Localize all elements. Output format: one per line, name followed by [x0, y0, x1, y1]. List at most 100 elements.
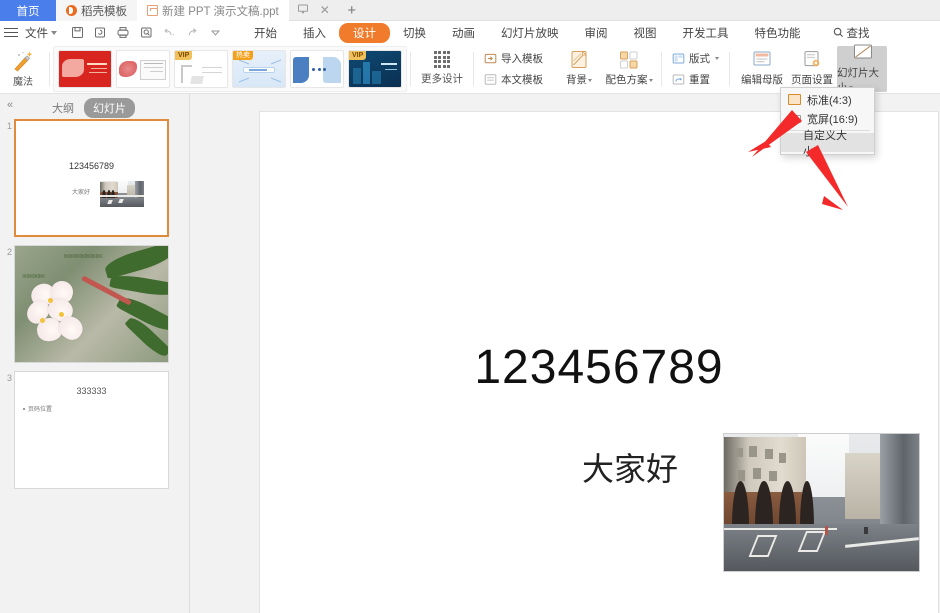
layout-button[interactable]: 版式 — [669, 50, 722, 67]
ribbon-tab-transition[interactable]: 切换 — [390, 23, 439, 43]
ribbon-tab-insert[interactable]: 插入 — [290, 23, 339, 43]
grid-dots-icon — [433, 51, 451, 68]
tab-slides[interactable]: 幻灯片 — [84, 98, 135, 118]
new-tab-button[interactable]: + — [338, 0, 366, 21]
ribbon-group-templates: 导入模板 本文模板 — [477, 45, 550, 93]
save-icon[interactable] — [70, 26, 84, 40]
slide-number: 1 — [6, 121, 12, 131]
template-thumb[interactable] — [290, 49, 344, 88]
find-label: 查找 — [846, 27, 870, 40]
monitor-icon[interactable] — [297, 3, 309, 18]
import-template-label: 导入模板 — [501, 52, 543, 65]
ribbon-group-master: 编辑母版 页面设置 幻灯片大小 — [733, 44, 891, 94]
customize-quick-access-icon[interactable] — [208, 26, 222, 40]
wps-ppt-window: 首页 稻壳模板 新建 PPT 演示文稿.ppt ✕ + 文件 开始 插入 设计 … — [0, 0, 940, 613]
close-icon[interactable]: ✕ — [320, 3, 330, 17]
page-setup-button[interactable]: 页面设置 — [787, 46, 837, 92]
ribbon-group-background: 背景 配色方案 — [550, 45, 658, 93]
menu-item-widescreen-label: 宽屏(16:9) — [807, 113, 858, 126]
template-thumb[interactable]: 热卖 — [232, 49, 286, 88]
tab-docer-template[interactable]: 稻壳模板 — [56, 0, 137, 21]
current-slide[interactable]: 123456789 大家好 — [260, 112, 938, 613]
thumbnail-item-3[interactable]: 3 333333 页码位置 — [0, 371, 189, 489]
thumb-title: 333333 — [76, 386, 107, 396]
slide-size-button[interactable]: 幻灯片大小 — [837, 44, 887, 94]
ribbon-tab-slideshow[interactable]: 幻灯片放映 — [488, 23, 572, 43]
ribbon-tab-developer[interactable]: 开发工具 — [670, 23, 742, 43]
thumb-title: 123456789 — [68, 161, 115, 171]
page-setup-icon — [801, 50, 823, 70]
redo-icon[interactable] — [185, 26, 199, 40]
ribbon-tab-design[interactable]: 设计 — [339, 22, 390, 43]
background-icon — [568, 50, 590, 70]
thumb-bullet: 页码位置 — [23, 404, 52, 413]
slide-title-text[interactable]: 123456789 — [260, 340, 938, 395]
hamburger-icon[interactable] — [4, 27, 18, 38]
template-thumb[interactable]: VIP — [348, 49, 402, 88]
ribbon-tab-review[interactable]: 审阅 — [572, 23, 621, 43]
thumbnail-item-1[interactable]: 1 123456789 大家好 — [0, 119, 189, 237]
tab-home[interactable]: 首页 — [0, 0, 56, 21]
file-menu-label: 文件 — [25, 27, 48, 40]
slide-size-dropdown-menu: 标准(4:3) 宽屏(16:9) 自定义大小... — [780, 87, 875, 158]
ratio-16-9-icon — [788, 114, 801, 123]
menu-bar: 文件 开始 插入 设计 切换 动画 幻灯片放映 审阅 视图 开发工具 特色功能 … — [0, 21, 940, 44]
magic-label: 魔法 — [13, 76, 33, 88]
thumb-image-street — [100, 181, 144, 207]
menu-item-standard-4-3[interactable]: 标准(4:3) — [781, 90, 874, 109]
menu-item-custom-size[interactable]: 自定义大小... — [781, 130, 874, 158]
find-button[interactable]: 查找 — [820, 23, 883, 43]
thumb-subtitle: 大家好 — [72, 190, 91, 196]
edit-master-icon — [751, 50, 773, 70]
tab-home-label: 首页 — [16, 5, 40, 18]
divider — [729, 51, 730, 86]
ratio-4-3-icon — [788, 94, 801, 105]
vip-badge: VIP — [175, 50, 193, 60]
menu-item-widescreen-16-9[interactable]: 宽屏(16:9) — [781, 109, 874, 128]
collapse-panel-button[interactable]: « — [7, 99, 13, 111]
slide-thumbnail[interactable]: 333333 页码位置 — [14, 371, 169, 489]
ribbon-tab-start[interactable]: 开始 — [241, 23, 290, 43]
tab-docer-label: 稻壳模板 — [81, 5, 127, 18]
edit-master-button[interactable]: 编辑母版 — [737, 46, 787, 92]
menu-item-custom-label: 自定义大小... — [803, 129, 847, 158]
background-button[interactable]: 背景 — [554, 46, 604, 92]
magic-wand-icon — [12, 50, 34, 72]
tab-file-label: 新建 PPT 演示文稿.ppt — [162, 5, 279, 18]
template-thumb[interactable] — [58, 49, 112, 88]
doc-template-button[interactable]: 本文模板 — [481, 71, 546, 88]
ribbon-tab-view[interactable]: 视图 — [621, 23, 670, 43]
print-icon[interactable] — [116, 26, 130, 40]
divider — [661, 51, 662, 86]
chevron-down-icon — [51, 30, 57, 35]
print-preview-icon[interactable] — [139, 26, 153, 40]
slide-thumbnail[interactable]: 123456789 大家好 — [14, 119, 169, 237]
slide-thumbnail[interactable]: ￼￼￼￼ ￼￼￼￼￼￼￼ — [14, 245, 169, 363]
template-thumb[interactable]: VIP — [174, 49, 228, 88]
ribbon-tab-special[interactable]: 特色功能 — [742, 23, 814, 43]
thumbnail-item-2[interactable]: 2 ￼￼￼￼ ￼￼￼￼￼￼￼ — [0, 245, 189, 363]
file-menu-button[interactable]: 文件 — [21, 25, 61, 41]
slide-number: 2 — [6, 247, 12, 257]
divider — [473, 51, 474, 86]
ribbon-tab-animation[interactable]: 动画 — [439, 23, 488, 43]
tab-outline[interactable]: 大纲 — [48, 98, 78, 118]
save-as-icon[interactable] — [93, 26, 107, 40]
color-scheme-label: 配色方案 — [605, 74, 648, 86]
import-template-button[interactable]: 导入模板 — [481, 50, 546, 67]
reset-button[interactable]: 重置 — [669, 71, 722, 88]
slide-subtitle-text[interactable]: 大家好 — [582, 444, 678, 490]
slide-editor-canvas: 123456789 大家好 — [190, 94, 940, 613]
template-thumb[interactable] — [116, 49, 170, 88]
color-scheme-button[interactable]: 配色方案 — [604, 46, 654, 92]
template-gallery: VIP 热卖 VIP — [53, 45, 407, 92]
undo-icon[interactable] — [162, 26, 176, 40]
magic-button[interactable]: 魔法 — [0, 45, 46, 93]
panel-header: « 大纲 幻灯片 — [0, 94, 189, 119]
more-design-button[interactable]: 更多设计 — [414, 46, 470, 92]
slide-thumbnail-panel: « 大纲 幻灯片 1 123456789 大家好 2 ￼￼￼￼ ￼￼￼￼￼￼￼ … — [0, 94, 190, 613]
layout-icon — [672, 52, 685, 65]
thumbnail-list[interactable]: 1 123456789 大家好 2 ￼￼￼￼ ￼￼￼￼￼￼￼ 3 333333 … — [0, 119, 189, 613]
tab-presentation-file[interactable]: 新建 PPT 演示文稿.ppt — [137, 0, 289, 21]
slide-image-street[interactable] — [723, 433, 920, 572]
